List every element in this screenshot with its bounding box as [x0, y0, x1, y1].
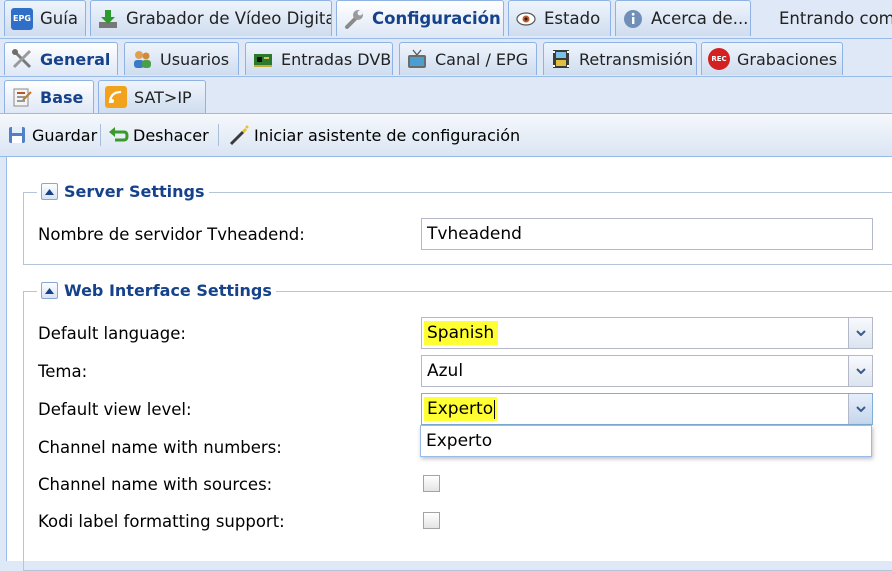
config-tab-bar: General Usuarios Entradas DVB Canal / EP…: [0, 38, 892, 75]
save-button[interactable]: Guardar: [6, 122, 97, 148]
default-language-combo[interactable]: Spanish: [421, 317, 873, 349]
theme-combo[interactable]: Azul: [421, 355, 873, 387]
default-language-value: Spanish: [424, 321, 499, 345]
tab-label: General: [40, 49, 111, 69]
default-language-label: Default language:: [38, 324, 186, 343]
wrench-icon: [343, 8, 365, 30]
satip-icon: [105, 86, 127, 108]
tab-label: Grabaciones: [737, 49, 838, 69]
tab-usuarios[interactable]: Usuarios: [124, 42, 239, 75]
channel-numbers-label: Channel name with numbers:: [38, 438, 282, 457]
view-level-label: Default view level:: [38, 400, 192, 419]
undo-label: Deshacer: [133, 125, 209, 145]
tab-label: Entradas DVB: [281, 49, 392, 69]
text-cursor: [494, 399, 496, 419]
combo-trigger[interactable]: [848, 318, 872, 348]
magic-wand-icon: [228, 124, 250, 146]
tab-label: Base: [40, 87, 84, 107]
toolbar-separator: [100, 124, 101, 146]
chevron-down-icon: [855, 406, 866, 412]
tab-label: Canal / EPG: [435, 49, 529, 69]
web-interface-legend: Web Interface Settings: [37, 281, 276, 300]
combo-trigger[interactable]: [848, 356, 872, 386]
tools-icon: [11, 48, 33, 70]
info-icon: [622, 8, 644, 30]
undo-icon: [107, 124, 129, 146]
web-interface-title: Web Interface Settings: [64, 281, 272, 300]
server-name-field[interactable]: Tvheadend: [421, 218, 873, 250]
tab-label: SAT>IP: [134, 87, 192, 107]
save-icon: [6, 124, 28, 146]
tab-label: Retransmisión: [579, 49, 694, 69]
tab-label: Guía: [40, 9, 78, 28]
server-name-value: Tvheadend: [427, 224, 522, 244]
main-tab-bar: EPG Guía Grabador de Vídeo Digital Confi…: [0, 0, 892, 36]
undo-button[interactable]: Deshacer: [107, 122, 209, 148]
tab-configuracion[interactable]: Configuración: [336, 0, 504, 36]
save-label: Guardar: [32, 125, 98, 145]
tab-label: Acerca de...: [651, 9, 749, 28]
toolbar: Guardar Deshacer Iniciar asistente de co…: [0, 114, 892, 157]
dropdown-option-experto[interactable]: Experto: [426, 431, 492, 451]
wizard-button[interactable]: Iniciar asistente de configuración: [228, 122, 520, 148]
tab-acerca[interactable]: Acerca de...: [615, 0, 751, 36]
tab-base[interactable]: Base: [4, 80, 94, 113]
eye-icon: [515, 8, 537, 30]
theme-label: Tema:: [38, 362, 88, 381]
kodi-checkbox[interactable]: [423, 512, 440, 529]
chevron-up-icon: [45, 287, 54, 294]
settings-form: Server Settings Nombre de servidor Tvhea…: [6, 157, 892, 571]
tab-label: Configuración: [372, 9, 501, 28]
channel-sources-checkbox[interactable]: [423, 475, 440, 492]
tab-label: Grabador de Vídeo Digital: [126, 9, 332, 28]
chevron-down-icon: [855, 368, 866, 374]
kodi-label: Kodi label formatting support:: [38, 512, 285, 531]
tab-label: Estado: [544, 9, 601, 28]
server-settings-title: Server Settings: [64, 182, 205, 201]
theme-value: Azul: [427, 361, 464, 381]
channel-sources-label: Channel name with sources:: [38, 475, 273, 494]
users-icon: [131, 48, 153, 70]
tab-guia[interactable]: EPG Guía: [4, 0, 86, 36]
film-icon: [550, 48, 572, 70]
chevron-down-icon: [855, 330, 866, 336]
tab-canal-epg[interactable]: Canal / EPG: [399, 42, 537, 75]
tab-label: Usuarios: [160, 49, 230, 69]
tab-entradas-dvb[interactable]: Entradas DVB: [245, 42, 393, 75]
collapse-server-settings-button[interactable]: [41, 183, 58, 200]
tab-grabador[interactable]: Grabador de Vídeo Digital: [90, 0, 332, 36]
rec-icon: REC: [708, 48, 730, 70]
chevron-up-icon: [45, 188, 54, 195]
sub-tab-bar: Base SAT>IP: [0, 76, 892, 114]
dvb-card-icon: [252, 48, 274, 70]
view-level-combo[interactable]: Experto: [421, 393, 873, 425]
login-status: Entrando como: [779, 9, 892, 28]
wizard-label: Iniciar asistente de configuración: [254, 125, 521, 145]
toolbar-separator: [218, 124, 219, 146]
tab-grabaciones[interactable]: REC Grabaciones: [701, 42, 843, 75]
tab-satip[interactable]: SAT>IP: [98, 80, 206, 113]
collapse-web-settings-button[interactable]: [41, 282, 58, 299]
view-level-value: Experto: [424, 397, 498, 421]
server-name-label: Nombre de servidor Tvheadend:: [38, 225, 305, 244]
tab-general[interactable]: General: [4, 42, 118, 75]
combo-trigger[interactable]: [848, 394, 872, 424]
tab-retransmision[interactable]: Retransmisión: [543, 42, 697, 75]
server-settings-legend: Server Settings: [37, 182, 209, 201]
tv-icon: [406, 48, 428, 70]
base-icon: [11, 86, 33, 108]
download-icon: [97, 8, 119, 30]
tab-estado[interactable]: Estado: [508, 0, 611, 36]
view-level-dropdown: Experto: [420, 425, 872, 457]
epg-icon: EPG: [11, 7, 33, 30]
